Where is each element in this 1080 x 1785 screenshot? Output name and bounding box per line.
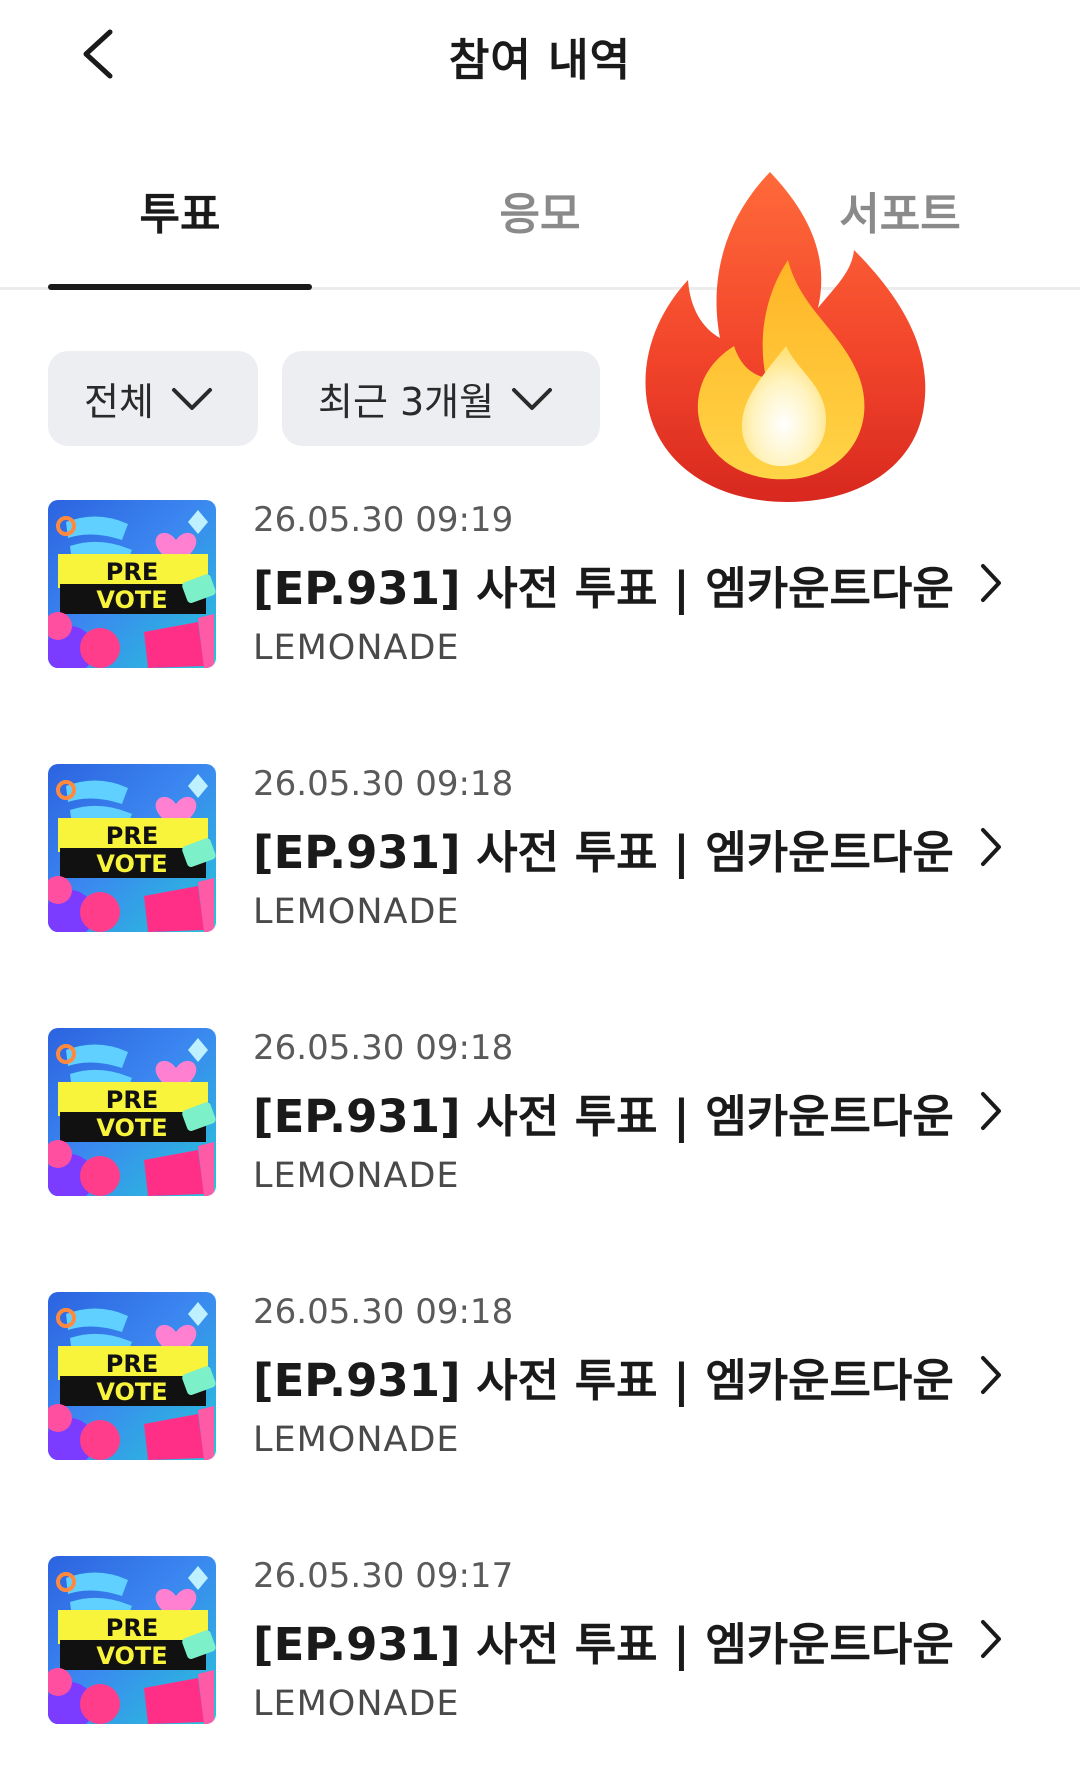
prevote-thumbnail: PRE VOTE [48,1028,216,1196]
item-organization: LEMONADE [253,892,460,932]
category-filter-dropdown[interactable]: 전체 [48,351,258,446]
chevron-right-icon [981,1092,1001,1130]
item-date: 26.05.30 09:19 [253,500,514,540]
item-date: 26.05.30 09:18 [253,764,514,804]
thumbnail-pre-text: PRE [106,1614,158,1642]
item-organization: LEMONADE [253,1684,460,1724]
thumbnail-pre-text: PRE [106,1086,158,1114]
list-item[interactable]: PRE VOTE 26.05.30 09:18 [EP.931] 사전 투표 |… [0,1292,1080,1467]
prevote-thumbnail: PRE VOTE [48,1292,216,1460]
thumbnail-pre-text: PRE [106,822,158,850]
item-organization: LEMONADE [253,1420,460,1460]
chevron-right-icon [981,564,1001,602]
list-item[interactable]: PRE VOTE 26.05.30 09:18 [EP.931] 사전 투표 |… [0,764,1080,939]
tab-apply[interactable]: 응모 [408,178,672,242]
thumbnail-vote-text: VOTE [96,1378,167,1406]
item-date: 26.05.30 09:18 [253,1028,514,1068]
item-title: [EP.931] 사전 투표 | 엠카운트다운 [253,1354,954,1407]
chevron-down-icon [512,387,553,410]
active-tab-indicator [48,284,312,290]
prevote-thumbnail: PRE VOTE [48,500,216,668]
chevron-right-icon [981,1356,1001,1394]
category-filter-label: 전체 [84,380,154,424]
prevote-thumbnail: PRE VOTE [48,764,216,932]
item-organization: LEMONADE [253,1156,460,1196]
thumbnail-pre-text: PRE [106,1350,158,1378]
thumbnail-vote-text: VOTE [96,1114,167,1142]
period-filter-label: 최근 3개월 [318,380,495,424]
app-header: 참여 내역 [0,0,1080,110]
item-title: [EP.931] 사전 투표 | 엠카운트다운 [253,1090,954,1143]
list-item[interactable]: PRE VOTE 26.05.30 09:18 [EP.931] 사전 투표 |… [0,1028,1080,1203]
thumbnail-vote-text: VOTE [96,586,167,614]
page-title: 참여 내역 [448,35,632,86]
thumbnail-vote-text: VOTE [96,1642,167,1670]
item-title: [EP.931] 사전 투표 | 엠카운트다운 [253,826,954,879]
chevron-right-icon [981,1620,1001,1658]
item-title: [EP.931] 사전 투표 | 엠카운트다운 [253,562,954,615]
item-date: 26.05.30 09:18 [253,1292,514,1332]
prevote-thumbnail: PRE VOTE [48,1556,216,1724]
item-organization: LEMONADE [253,628,460,668]
item-title: [EP.931] 사전 투표 | 엠카운트다운 [253,1618,954,1671]
fire-emoji-icon [645,172,926,502]
list-item[interactable]: PRE VOTE 26.05.30 09:19 [EP.931] 사전 투표 |… [0,500,1080,675]
period-filter-dropdown[interactable]: 최근 3개월 [282,351,600,446]
tab-vote[interactable]: 투표 [48,178,312,242]
item-date: 26.05.30 09:17 [253,1556,514,1596]
chevron-right-icon [981,828,1001,866]
thumbnail-vote-text: VOTE [96,850,167,878]
list-item[interactable]: PRE VOTE 26.05.30 09:17 [EP.931] 사전 투표 |… [0,1556,1080,1731]
chevron-down-icon [171,387,212,410]
thumbnail-pre-text: PRE [106,558,158,586]
